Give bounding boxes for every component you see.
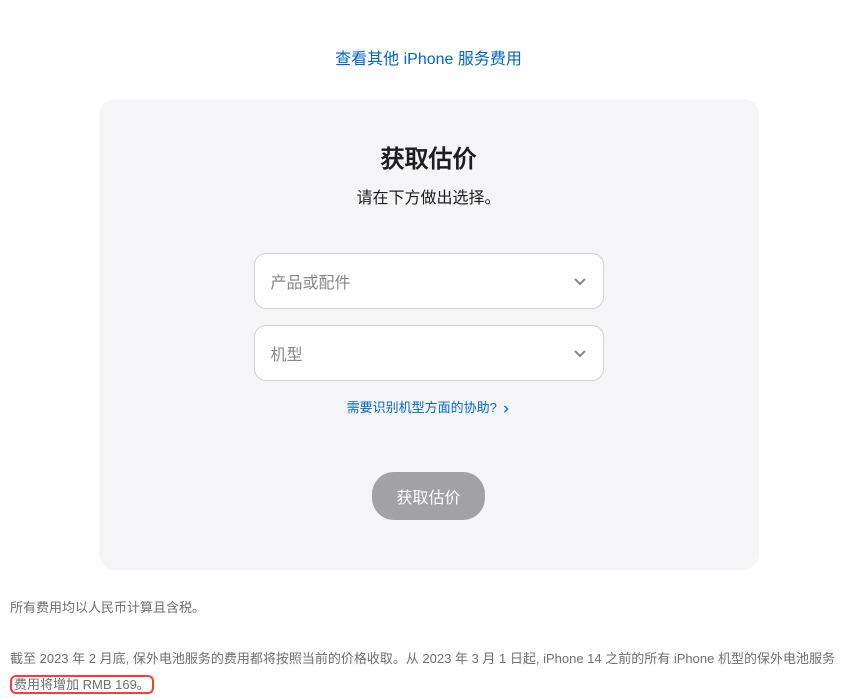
estimate-card: 获取估价 请在下方做出选择。 产品或配件 机型 需要识别机型方面的协助? 获取估… <box>99 99 759 570</box>
other-services-link-wrap: 查看其他 iPhone 服务费用 <box>10 45 847 69</box>
product-select-wrap: 产品或配件 <box>254 253 604 309</box>
product-select[interactable]: 产品或配件 <box>254 253 604 309</box>
get-estimate-button[interactable]: 获取估价 <box>372 472 484 520</box>
identify-model-help-link[interactable]: 需要识别机型方面的协助? <box>347 400 511 415</box>
chevron-right-icon <box>502 401 510 416</box>
footer-note-2-text: 截至 2023 年 2 月底, 保外电池服务的费用都将按照当前的价格收取。从 2… <box>10 651 835 666</box>
card-subtitle: 请在下方做出选择。 <box>149 184 709 208</box>
footer-note-1: 所有费用均以人民币计算且含税。 <box>10 595 847 621</box>
help-link-label: 需要识别机型方面的协助? <box>347 400 497 415</box>
footer-note-2: 截至 2023 年 2 月底, 保外电池服务的费用都将按照当前的价格收取。从 2… <box>10 646 847 698</box>
card-title: 获取估价 <box>149 139 709 174</box>
other-services-link[interactable]: 查看其他 iPhone 服务费用 <box>335 51 522 68</box>
help-link-wrap: 需要识别机型方面的协助? <box>149 397 709 417</box>
price-increase-highlight: 费用将增加 RMB 169。 <box>10 675 154 694</box>
model-select[interactable]: 机型 <box>254 325 604 381</box>
model-select-wrap: 机型 <box>254 325 604 381</box>
